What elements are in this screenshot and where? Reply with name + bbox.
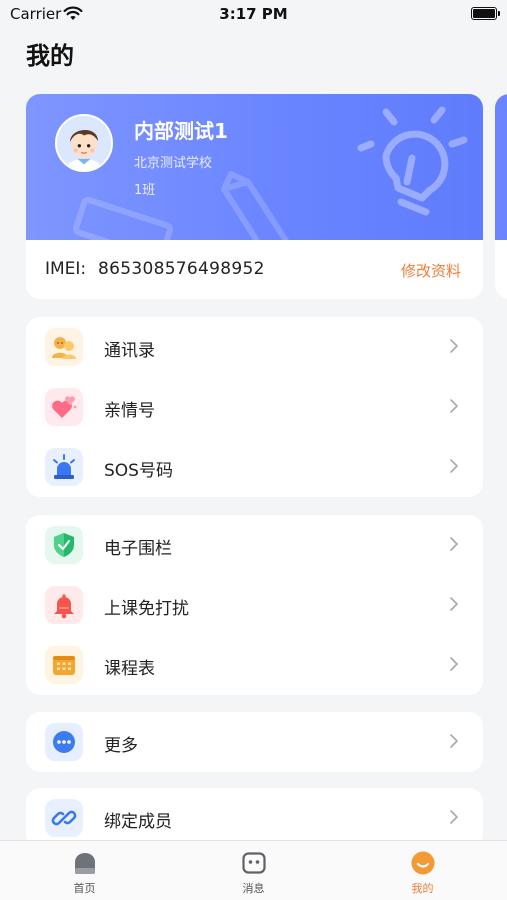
tab-label-mine: 我的 [411,882,434,895]
menu-group-settings: 电子围栏 上课免打扰 课程表 [26,515,483,695]
avatar[interactable] [55,114,113,172]
menu-item-timetable[interactable]: 课程表 [26,635,483,695]
chevron-right-icon [450,810,458,824]
menu-item-sos-numbers[interactable]: SOS号码 [26,437,483,497]
menu-group-members: 绑定成员 [26,788,483,848]
imei-row: IMEI: 865308576498952 修改资料 [26,240,483,299]
child-avatar-icon [57,116,111,170]
status-time: 3:17 PM [219,5,288,23]
chevron-right-icon [450,459,458,473]
menu-label-timetable: 课程表 [104,659,155,679]
chevron-right-icon [450,399,458,413]
battery-icon [471,7,500,20]
menu-item-more[interactable]: 更多 [26,712,483,772]
tab-bar: 首页 消息 我的 [0,840,507,900]
message-icon [242,852,266,874]
menu-group-more: 更多 [26,712,483,772]
class-name: 1班 [134,183,156,198]
menu-item-family-numbers[interactable]: 亲情号 [26,377,483,437]
chevron-right-icon [450,657,458,671]
menu-label-contacts: 通讯录 [104,341,155,361]
chevron-right-icon [450,597,458,611]
menu-label-geofence: 电子围栏 [104,539,172,559]
edit-profile-link[interactable]: 修改资料 [401,260,461,281]
profile-banner: 内部测试1 北京测试学校 1班 [26,94,483,240]
tab-mine[interactable]: 我的 [338,841,507,900]
bell-icon [45,586,83,624]
tab-label-messages: 消息 [242,882,265,895]
menu-item-class-do-not-disturb[interactable]: 上课免打扰 [26,575,483,635]
contacts-icon [45,328,83,366]
chevron-right-icon [450,537,458,551]
menu-label-family-numbers: 亲情号 [104,401,155,421]
status-bar: Carrier 3:17 PM [0,0,507,30]
page-title: 我的 [26,42,74,70]
family-hearts-icon [45,388,83,426]
menu-item-contacts[interactable]: 通讯录 [26,317,483,377]
menu-label-bind-members: 绑定成员 [104,812,172,832]
imei-label: IMEI: [45,259,87,279]
smiley-icon [411,851,435,875]
tab-label-home: 首页 [73,882,96,895]
menu-label-more: 更多 [104,736,138,756]
link-icon [45,799,83,837]
chevron-right-icon [450,734,458,748]
tab-messages[interactable]: 消息 [169,841,338,900]
school-name: 北京测试学校 [134,156,213,171]
timetable-icon [45,646,83,684]
imei-value: 865308576498952 [98,259,265,279]
tab-home[interactable]: 首页 [0,841,169,900]
next-profile-card[interactable] [495,94,507,299]
menu-item-bind-members[interactable]: 绑定成员 [26,788,483,848]
sos-alarm-icon [45,448,83,486]
chevron-right-icon [450,339,458,353]
menu-group-contacts: 通讯录 亲情号 SOS号码 [26,317,483,497]
more-dots-icon [45,723,83,761]
user-name: 内部测试1 [134,119,228,143]
profile-card[interactable]: 内部测试1 北京测试学校 1班 IMEI: 865308576498952 修改… [26,94,483,299]
menu-label-class-do-not-disturb: 上课免打扰 [104,599,189,619]
menu-label-sos-numbers: SOS号码 [104,461,173,481]
menu-item-geofence[interactable]: 电子围栏 [26,515,483,575]
home-icon [75,853,95,874]
shield-icon [45,526,83,564]
